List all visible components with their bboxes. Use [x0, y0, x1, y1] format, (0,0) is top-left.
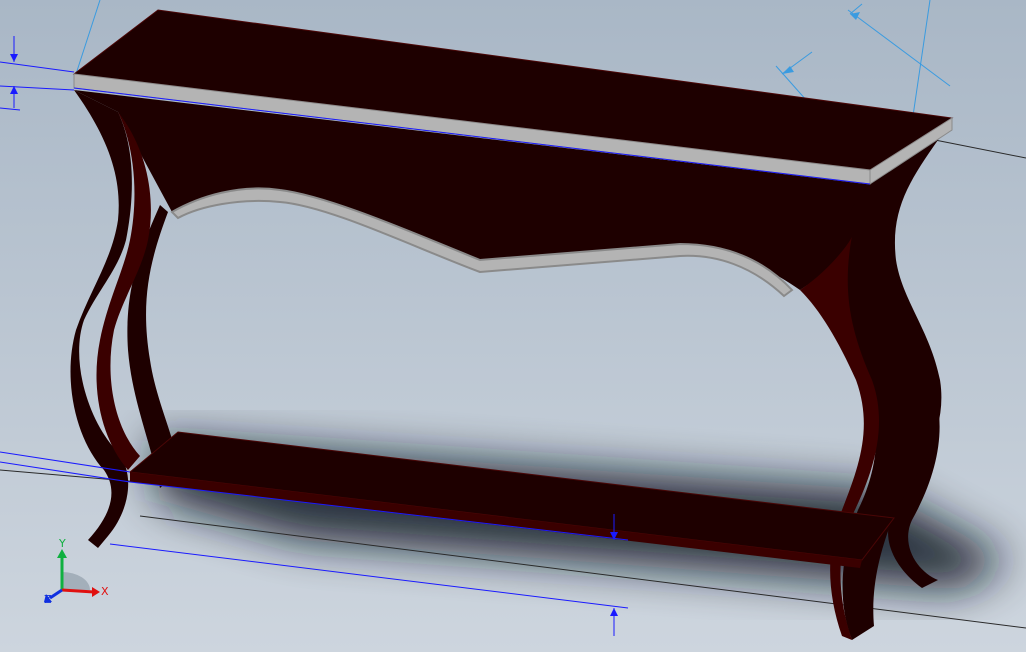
triad-y-label: Y	[58, 537, 66, 550]
graphics-viewport[interactable]: Y X Z	[0, 0, 1026, 652]
triad-x-axis	[61, 588, 95, 594]
triad-z-label: Z	[44, 593, 52, 606]
triad-x-label: X	[101, 585, 109, 598]
model-scene[interactable]: Y X Z	[0, 0, 1026, 652]
